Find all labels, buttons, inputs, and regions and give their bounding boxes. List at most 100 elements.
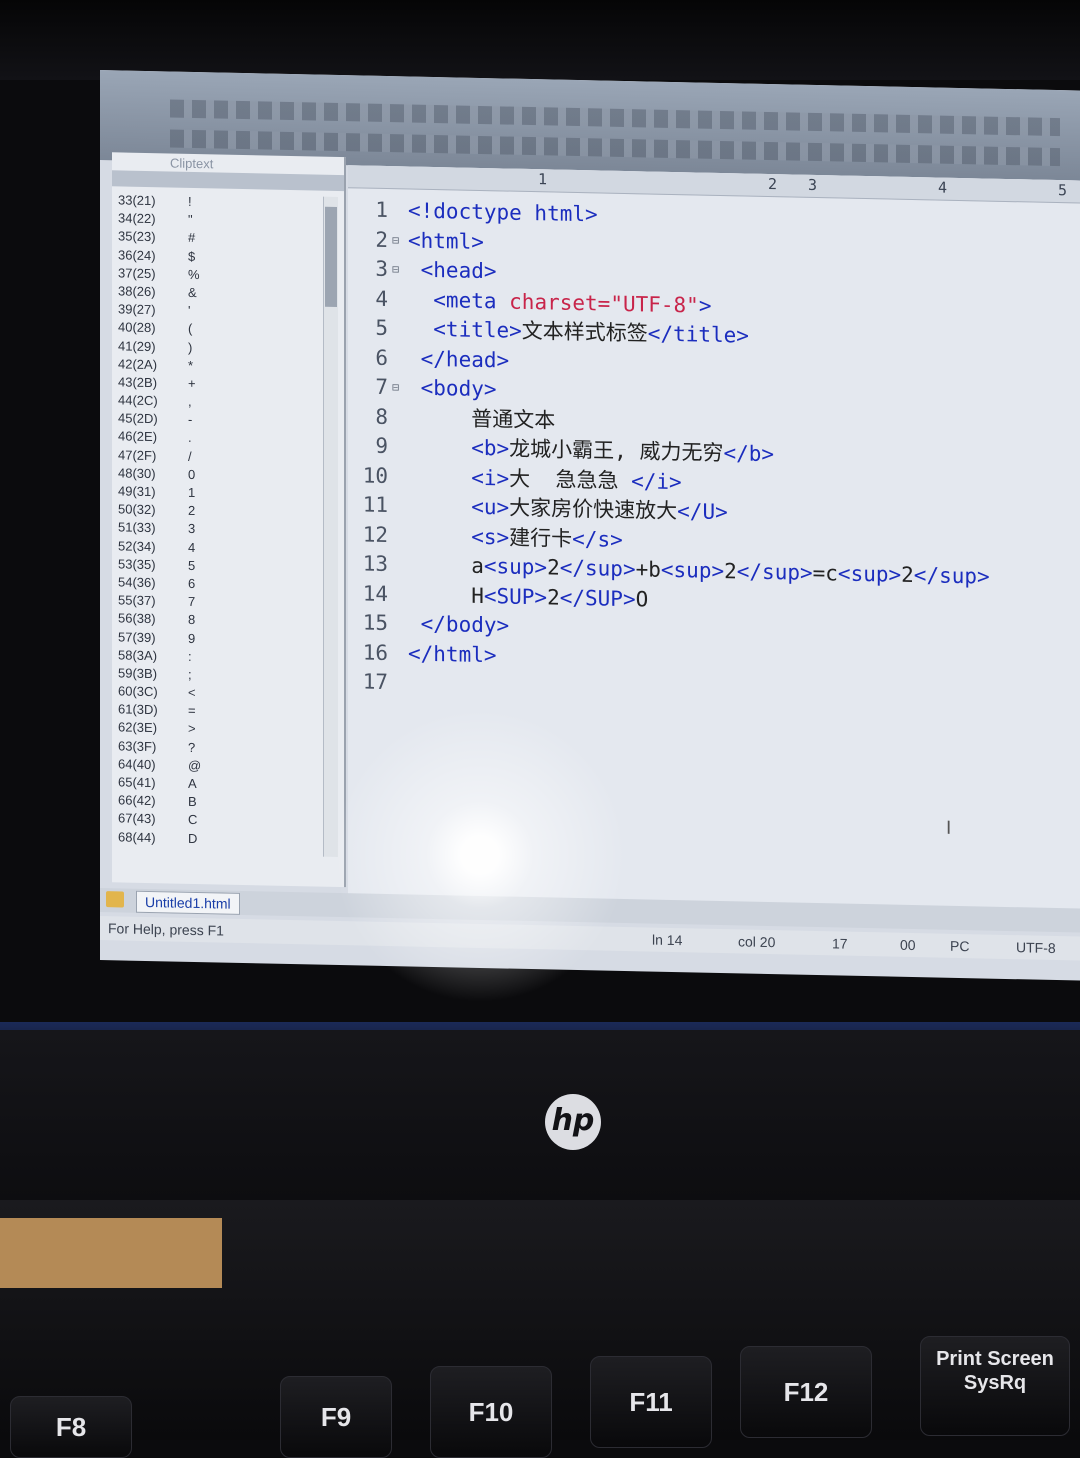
code-text: <u>大家房价快速放大</U> [408,491,728,526]
key-f11[interactable]: F11 [590,1356,712,1448]
code-token: H [408,581,484,608]
cliptext-code: 34(22) [118,210,156,227]
key-f12[interactable]: F12 [740,1346,872,1438]
code-token: </b> [723,441,775,467]
line-number: 16 [362,640,388,665]
code-text: <meta charset="UTF-8"> [408,285,711,319]
line-number: 7 [375,374,388,400]
cliptext-code: 64(40) [118,756,156,772]
code-token: </SUP> [559,585,636,611]
cliptext-char: 1 [188,484,196,500]
cliptext-char: C [188,812,198,828]
code-editor[interactable]: 12345 1 <!doctype html> 2 ⊟ <html> 3 ⊟ <head> 4… [348,165,1080,921]
cliptext-char: 6 [188,575,196,591]
line-number: 10 [362,463,388,488]
cliptext-char: D [188,830,198,846]
cliptext-code: 59(3B) [118,665,158,682]
cliptext-code: 35(23) [118,228,156,245]
cliptext-char: ? [188,739,196,755]
line-number: 9 [375,433,388,459]
document-tab-label: Untitled1.html [145,893,231,912]
code-token: 建行卡 [509,525,573,551]
code-token: <sup> [660,557,725,584]
line-number: 17 [362,669,388,695]
key-print-screen[interactable]: Print Screen SysRq [920,1336,1070,1436]
cliptext-char: 8 [188,612,196,628]
code-text: <!doctype html> [408,196,598,228]
code-token: </sup> [736,559,813,585]
cliptext-code: 49(31) [118,483,156,500]
cliptext-tab[interactable]: Cliptext [170,155,240,174]
cliptext-code: 47(2F) [118,447,157,463]
cliptext-code: 57(39) [118,628,156,645]
code-token: <!doctype html> [408,198,598,227]
line-number: 5 [375,315,388,341]
code-token: 文本样式标签 [521,318,648,346]
key-f9[interactable]: F9 [280,1376,392,1458]
cliptext-char: ; [188,666,192,682]
cliptext-scrollbar[interactable] [323,196,338,857]
cliptext-char: 7 [188,593,196,610]
cliptext-char: 9 [188,630,196,646]
code-area[interactable]: 1 <!doctype html> 2 ⊟ <html> 3 ⊟ <head> 4 <meta… [348,195,1080,920]
menu-bar[interactable] [170,99,1060,137]
cliptext-char: 2 [188,503,196,519]
code-token: 龙城小霸王, 威力无穷 [509,436,724,466]
cliptext-char: ) [188,339,193,355]
code-token: <s> [408,522,510,550]
cliptext-code: 50(32) [118,501,156,518]
document-tab[interactable]: Untitled1.html [136,890,240,915]
ruler-mark: 4 [938,178,948,197]
code-token: </html> [408,640,497,667]
hp-logo: hp [545,1094,601,1150]
cliptext-char: " [188,212,193,228]
cliptext-item[interactable]: 68(44) D [118,829,318,851]
code-token: "UTF-8" [610,291,699,318]
cliptext-char: . [188,430,192,446]
code-token: 2 [901,562,914,588]
cliptext-list[interactable]: 33(21)! 34(22) " 35(23) #36(24) $37(25)% 38(26… [118,192,318,851]
code-text: <html> [408,226,484,256]
status-count: 17 [832,935,848,952]
key-f8[interactable]: F8 [10,1396,132,1458]
code-token: </sup> [913,563,990,589]
cliptext-code: 41(29) [118,337,156,354]
cliptext-code: 51(33) [118,519,156,536]
fold-toggle-icon[interactable]: ⊟ [392,373,399,401]
code-token: 大 急急急 [509,466,632,493]
key-f10[interactable]: F10 [430,1366,552,1458]
status-line: ln 14 [652,931,683,949]
code-token: </sup> [559,555,636,582]
cliptext-code: 63(3F) [118,738,157,754]
code-token: </head> [408,345,510,373]
cliptext-char: 0 [188,466,196,482]
status-help: For Help, press F1 [108,920,224,939]
cliptext-code: 66(42) [118,792,156,809]
code-token: 2 [547,584,560,610]
code-token: =c [812,560,838,586]
cliptext-char: - [188,412,193,428]
status-col: col 20 [738,933,776,951]
cliptext-char: , [188,393,192,409]
code-token: </U> [677,499,728,525]
cliptext-char: $ [188,248,196,264]
code-token: a [408,552,484,579]
text-cursor-icon: I [946,817,952,839]
fold-toggle-icon[interactable]: ⊟ [392,255,399,283]
cliptext-code: 67(43) [118,810,156,827]
cliptext-code: 58(3A) [118,647,158,663]
fold-toggle-icon[interactable]: ⊟ [392,226,399,254]
cliptext-code: 55(37) [118,592,156,609]
folder-icon[interactable] [106,891,124,908]
code-token: <body> [408,375,497,402]
cliptext-code: 54(36) [118,574,156,591]
cliptext-code: 56(38) [118,610,156,627]
cliptext-char: ( [188,321,193,337]
scrollbar-thumb[interactable] [325,206,337,307]
code-token: <sup> [837,561,902,587]
cliptext-code: 38(26) [118,283,156,300]
cliptext-char: < [188,684,196,701]
cliptext-code: 62(3E) [118,719,158,736]
cliptext-code: 52(34) [118,537,156,554]
paper-note [0,1218,222,1288]
